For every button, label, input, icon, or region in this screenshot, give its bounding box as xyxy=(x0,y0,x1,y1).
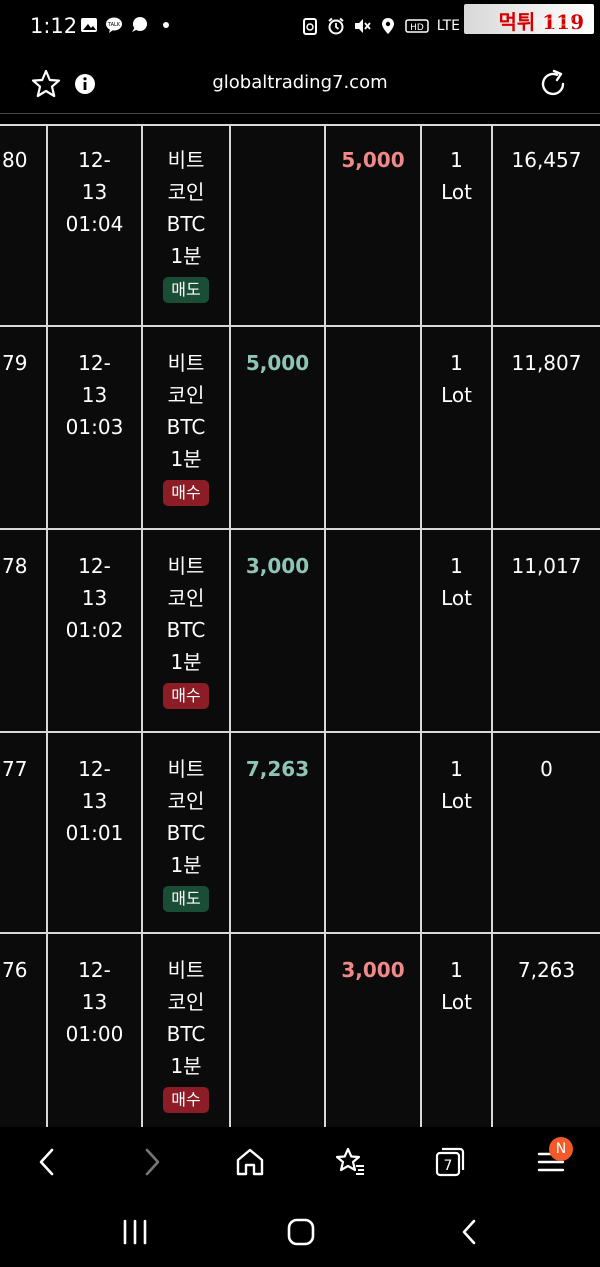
notification-icons: TALK xyxy=(80,16,169,34)
status-bar: 1:12 TALK HD LTE 먹튀 119 92% xyxy=(0,0,600,56)
browser-header: globaltrading7.com xyxy=(0,56,600,114)
table-row: 80 12- 13 01:04 비트 코인 BTC 1분 매도 5,000 1 Lot 16,… xyxy=(0,124,600,326)
home-icon[interactable] xyxy=(232,1144,268,1180)
bookmarks-icon[interactable] xyxy=(332,1144,368,1180)
cell-datetime: 12- 13 01:00 xyxy=(48,934,143,1127)
cell-buy-amount xyxy=(231,934,326,1127)
system-back-icon[interactable] xyxy=(453,1215,487,1249)
browser-bottom-nav: 7 xyxy=(0,1127,600,1197)
cell-no: 80 xyxy=(0,124,48,326)
reload-icon[interactable] xyxy=(537,68,569,100)
cell-datetime: 12- 13 01:02 xyxy=(48,530,143,732)
cell-sell-amount xyxy=(326,327,422,529)
mute-icon xyxy=(354,19,371,33)
table-row: 77 12- 13 01:01 비트 코인 BTC 1분 매도 7,263 1 Lot 0 xyxy=(0,733,600,935)
tab-count: 7 xyxy=(444,1158,453,1174)
menu-notification-badge: N xyxy=(549,1137,573,1161)
trade-history-table[interactable]: 80 12- 13 01:04 비트 코인 BTC 1분 매도 5,000 1 Lot 16,… xyxy=(0,124,600,1127)
url-bar[interactable]: globaltrading7.com xyxy=(0,72,600,93)
cell-no: 76 xyxy=(0,934,48,1127)
tabs-icon[interactable]: 7 xyxy=(432,1144,468,1180)
cell-balance: 7,263 xyxy=(517,958,576,982)
side-badge: 매도 xyxy=(163,277,209,303)
cell-balance: 11,807 xyxy=(511,351,582,375)
system-status-icons: HD LTE xyxy=(301,17,460,35)
table-row: 79 12- 13 01:03 비트 코인 BTC 1분 매수 5,000 1 Lot 11,… xyxy=(0,327,600,529)
cell-no: 79 xyxy=(0,327,48,529)
cell-qty: 1 Lot xyxy=(422,934,493,1127)
cell-sell-amount xyxy=(326,530,422,732)
cell-qty: 1 Lot xyxy=(422,530,493,732)
back-icon[interactable] xyxy=(30,1144,66,1180)
more-notifications-dot-icon xyxy=(163,22,169,28)
cell-sell-amount: 3,000 xyxy=(326,934,422,1127)
kakaotalk-icon: TALK xyxy=(106,17,122,33)
cell-datetime: 12- 13 01:01 xyxy=(48,733,143,935)
svg-text:TALK: TALK xyxy=(107,22,121,28)
cell-qty: 1 Lot xyxy=(422,733,493,935)
location-icon xyxy=(381,18,394,34)
cell-asset: 비트 코인 BTC 1분 매도 xyxy=(143,733,231,935)
side-badge: 매수 xyxy=(163,480,209,506)
cell-qty: 1 Lot xyxy=(422,327,493,529)
cell-buy-amount: 3,000 xyxy=(231,530,326,732)
side-badge: 매도 xyxy=(163,886,209,912)
table-row: 78 12- 13 01:02 비트 코인 BTC 1분 매수 3,000 1 Lot 11,… xyxy=(0,530,600,732)
cell-balance: 11,017 xyxy=(511,554,582,578)
table-row: 76 12- 13 01:00 비트 코인 BTC 1분 매수 3,000 1 Lot 7,2… xyxy=(0,934,600,1127)
cell-buy-amount: 5,000 xyxy=(231,327,326,529)
cell-buy-amount xyxy=(231,124,326,326)
cell-sell-amount: 5,000 xyxy=(326,124,422,326)
cell-no: 78 xyxy=(0,530,48,732)
cell-asset: 비트 코인 BTC 1분 매수 xyxy=(143,327,231,529)
system-home-icon[interactable] xyxy=(284,1215,318,1249)
network-type: LTE xyxy=(436,18,460,34)
system-navigation-bar xyxy=(0,1197,600,1267)
cell-asset: 비트 코인 BTC 1분 매수 xyxy=(143,530,231,732)
recycle-icon xyxy=(302,18,317,35)
status-time: 1:12 xyxy=(30,14,78,38)
recent-apps-icon[interactable] xyxy=(118,1217,152,1247)
cell-asset: 비트 코인 BTC 1분 매수 xyxy=(143,934,231,1127)
cell-no: 77 xyxy=(0,733,48,935)
svg-text:HD: HD xyxy=(410,23,424,33)
cell-balance: 0 xyxy=(540,757,553,781)
forward-icon[interactable] xyxy=(133,1144,169,1180)
cell-datetime: 12- 13 01:03 xyxy=(48,327,143,529)
gallery-icon xyxy=(81,18,97,32)
battery-level: 92% xyxy=(533,14,578,38)
alarm-icon xyxy=(328,17,344,35)
cell-balance: 16,457 xyxy=(511,148,582,172)
cell-buy-amount: 7,263 xyxy=(231,733,326,935)
cell-datetime: 12- 13 01:04 xyxy=(48,124,143,326)
hd-voice-icon: HD xyxy=(404,19,429,33)
side-badge: 매수 xyxy=(163,683,209,709)
cell-sell-amount xyxy=(326,733,422,935)
cell-asset: 비트 코인 BTC 1분 매도 xyxy=(143,124,231,326)
cell-qty: 1 Lot xyxy=(422,124,493,326)
side-badge: 매수 xyxy=(163,1087,209,1113)
chat-bubble-icon xyxy=(132,17,147,32)
